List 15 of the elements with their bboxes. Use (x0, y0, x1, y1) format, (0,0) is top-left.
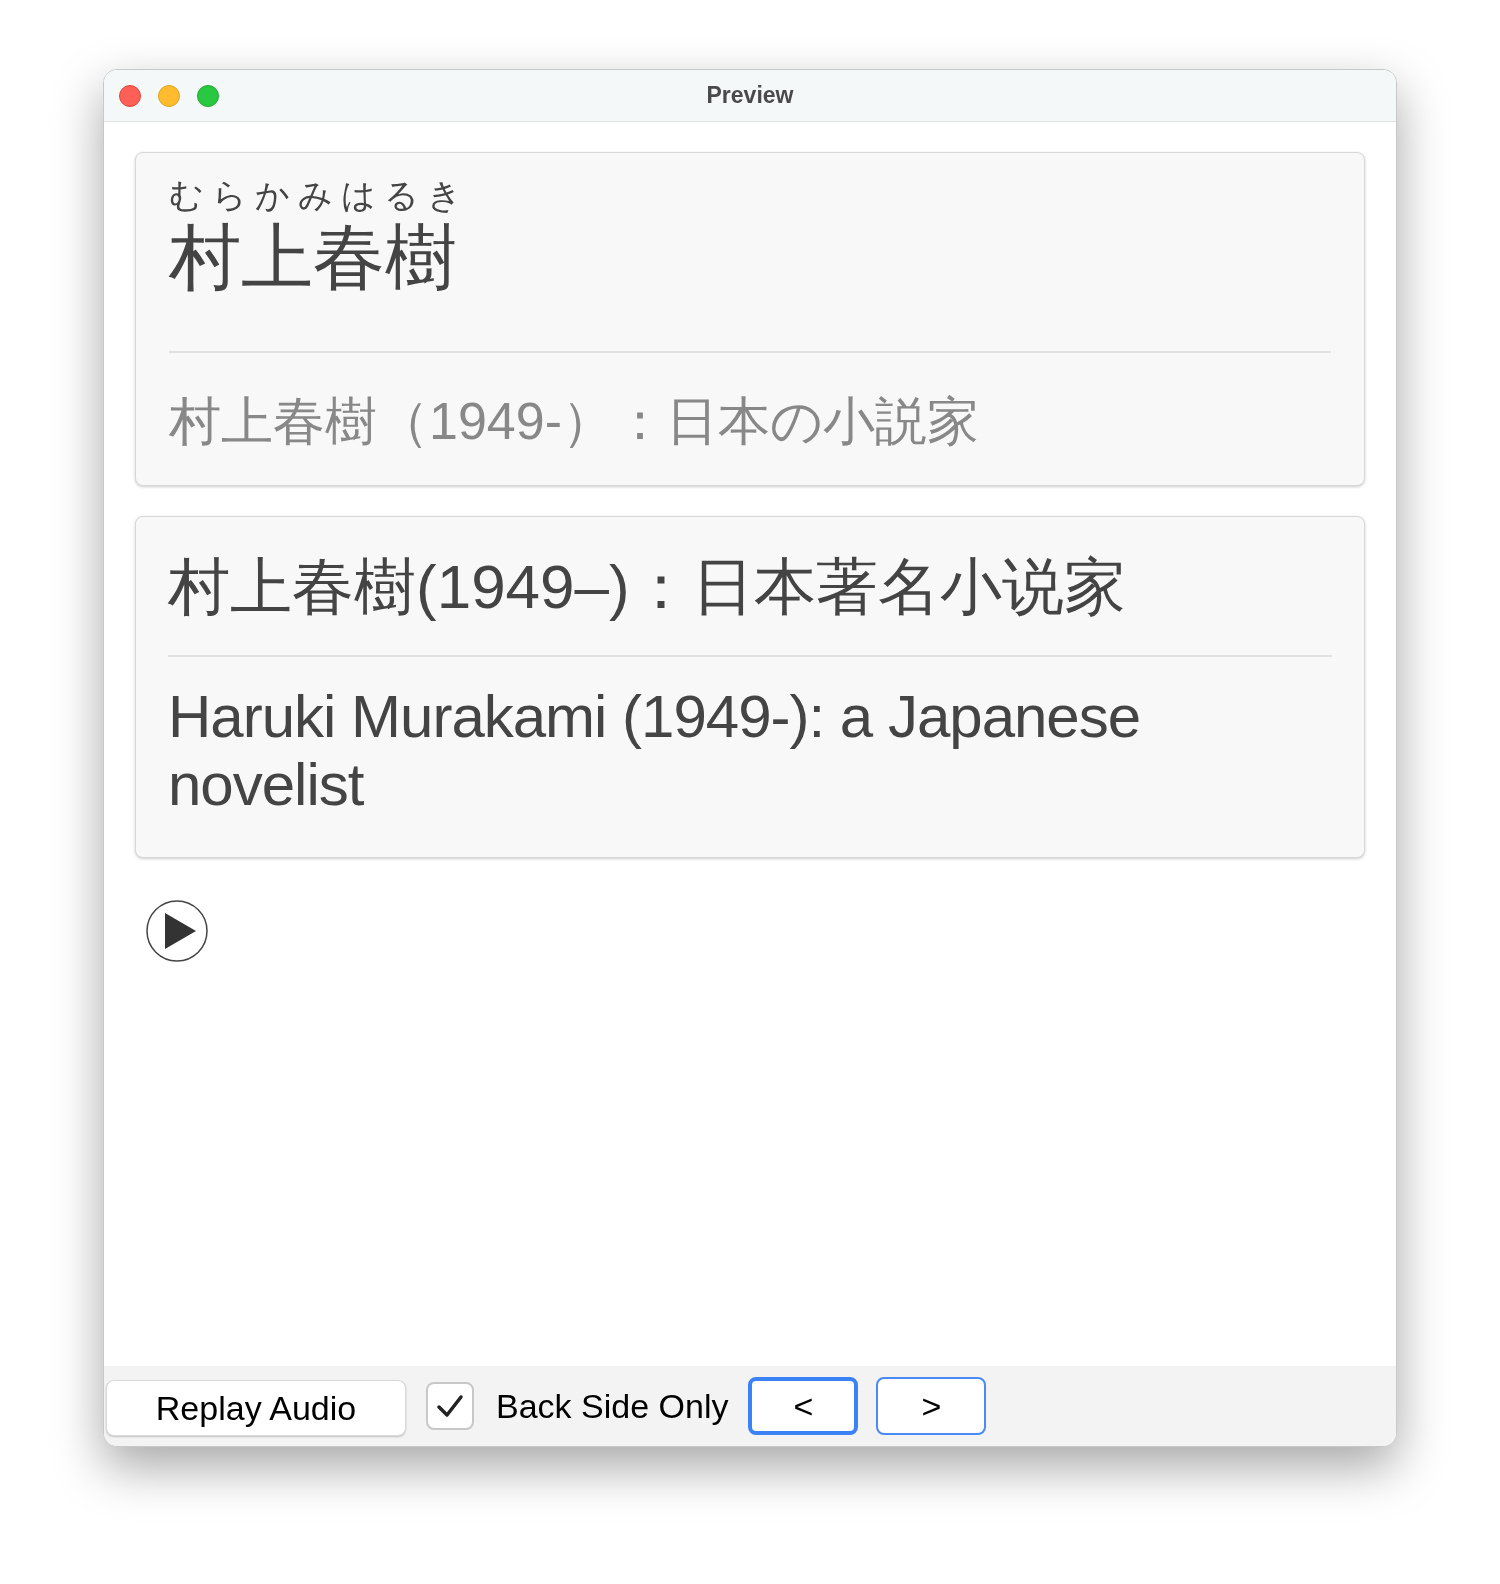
next-button[interactable]: > (876, 1377, 987, 1435)
zoom-button[interactable] (197, 84, 219, 107)
chinese-translation: 村上春樹(1949–)：日本著名小说家 (168, 551, 1127, 623)
checkbox-label: Back Side Only (496, 1385, 729, 1427)
replay-audio-button[interactable]: Replay Audio (106, 1380, 406, 1436)
checkbox[interactable] (426, 1382, 474, 1430)
headword-text: 村上春樹 (169, 217, 458, 297)
furigana-text: むらかみはるき (169, 175, 471, 215)
play-icon[interactable] (146, 900, 208, 962)
close-button[interactable] (119, 84, 141, 107)
definition-text: 村上春樹（1949-）：日本の小説家 (169, 391, 980, 452)
previous-button[interactable]: < (748, 1377, 859, 1435)
english-translation: Haruki Murakami (1949-): a Japanese novelist (168, 683, 1142, 819)
minimize-button[interactable] (158, 84, 180, 107)
window-title: Preview (706, 81, 794, 111)
